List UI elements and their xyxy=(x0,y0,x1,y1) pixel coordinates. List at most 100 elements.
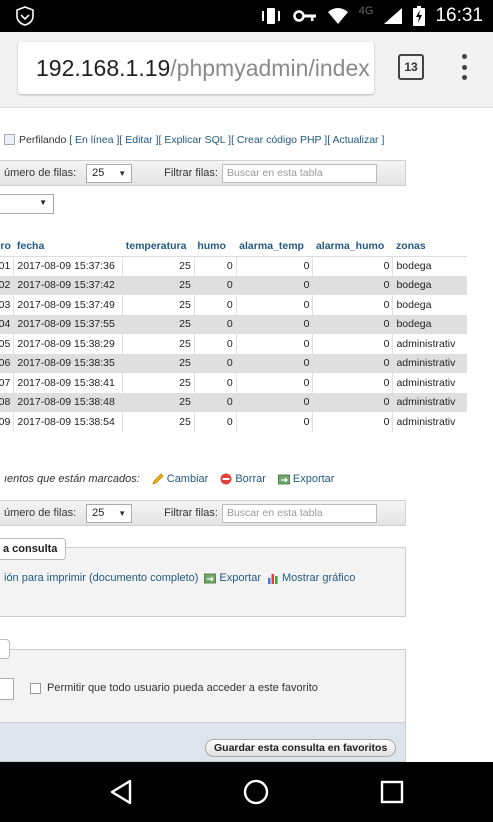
cell-zonas: administrativ xyxy=(392,353,467,373)
cell-fecha: 2017-08-09 15:38:35 xyxy=(13,353,124,373)
cell-alarma-humo: 0 xyxy=(312,275,394,295)
column-header-alarma-temp[interactable]: alarma_temp xyxy=(236,236,313,257)
delete-icon xyxy=(220,473,232,485)
cell-alarma-temp: 0 xyxy=(236,275,314,295)
bookmark-public-label: Permitir que todo usuario pueda acceder … xyxy=(47,682,318,694)
cell-id: 109 xyxy=(0,412,15,432)
table-row[interactable]: 1092017-08-09 15:38:5425000administrativ xyxy=(0,412,467,432)
query-operations-links: ión para imprimir (documento completo) E… xyxy=(4,572,355,584)
back-icon[interactable] xyxy=(108,779,134,805)
cell-alarma-humo: 0 xyxy=(312,392,394,412)
bookmark-public-checkbox[interactable] xyxy=(30,682,41,694)
address-bar[interactable]: 192.168.1.19/phpmyadmin/index xyxy=(18,42,374,94)
cell-alarma-temp: 0 xyxy=(236,314,314,334)
table-row[interactable]: 1032017-08-09 15:37:4925000bodega xyxy=(0,295,467,315)
cell-alarma-temp: 0 xyxy=(236,334,314,354)
cell-alarma-temp: 0 xyxy=(236,412,314,432)
clock: 16:31 xyxy=(435,5,483,26)
export-selected-button[interactable]: Exportar xyxy=(277,473,334,485)
chevron-down-icon: ▼ xyxy=(39,198,47,207)
change-selected-button[interactable]: Cambiar xyxy=(152,473,208,485)
profiling-checkbox[interactable] xyxy=(4,134,15,145)
filter-rows-input[interactable]: Buscar en esta tabla xyxy=(221,503,377,523)
column-header-id[interactable]: ro xyxy=(0,236,14,257)
table-row[interactable]: 1012017-08-09 15:37:3625000bodega xyxy=(0,256,467,276)
table-row[interactable]: 1052017-08-09 15:38:2925000administrativ xyxy=(0,334,467,354)
print-view-link[interactable]: ión para imprimir (documento completo) xyxy=(4,572,198,584)
column-header-fecha[interactable]: fecha xyxy=(13,236,123,257)
cell-humo: 0 xyxy=(194,373,237,393)
export-results-link[interactable]: Exportar xyxy=(204,572,261,584)
column-header-temperatura[interactable]: temperatura xyxy=(122,236,195,257)
refresh-link[interactable]: [ Actualizar ] xyxy=(327,134,384,146)
cell-zonas: bodega xyxy=(392,256,467,276)
recents-icon[interactable] xyxy=(379,779,405,805)
rows-count-select[interactable]: 25 ▼ xyxy=(86,503,133,523)
table-row[interactable]: 1042017-08-09 15:37:5525000bodega xyxy=(0,314,467,334)
cell-fecha: 2017-08-09 15:38:48 xyxy=(13,392,124,412)
cell-fecha: 2017-08-09 15:37:55 xyxy=(13,314,124,334)
bottom-navigation-bar: úmero de filas: 25 ▼ Filtrar filas: Busca… xyxy=(0,500,406,526)
chevron-down-icon: ▼ xyxy=(118,168,127,178)
cell-id: 103 xyxy=(0,295,15,315)
filter-rows-label: Filtrar filas: xyxy=(164,507,218,519)
sql-query-links: Perfilando [ En línea ][ Editar ][ Expli… xyxy=(4,134,384,146)
table-row[interactable]: 1062017-08-09 15:38:3525000administrativ xyxy=(0,353,467,373)
rows-count-select[interactable]: 25 ▼ xyxy=(86,163,133,183)
inline-edit-link[interactable]: [ En línea ] xyxy=(69,134,119,146)
column-header-zonas[interactable]: zonas xyxy=(392,236,467,257)
with-selected-label: ıentos que están marcados: xyxy=(4,473,140,485)
save-bookmark-button[interactable]: Guardar esta consulta en favoritos xyxy=(205,739,397,757)
wifi-icon xyxy=(327,8,348,24)
menu-icon[interactable] xyxy=(460,54,468,80)
cell-fecha: 2017-08-09 15:38:41 xyxy=(13,373,124,393)
table-row[interactable]: 1082017-08-09 15:38:4825000administrativ xyxy=(0,392,467,412)
cell-alarma-humo: 0 xyxy=(312,256,394,276)
cell-fecha: 2017-08-09 15:37:36 xyxy=(13,256,124,276)
cell-humo: 0 xyxy=(194,353,237,373)
pencil-icon xyxy=(152,473,164,485)
cell-temperatura: 25 xyxy=(122,314,195,334)
table-header-row: ro fecha temperatura humo alarma_temp al… xyxy=(0,236,467,257)
column-header-humo[interactable]: humo xyxy=(194,236,237,257)
cell-alarma-temp: 0 xyxy=(236,256,314,276)
page-content: Perfilando [ En línea ][ Editar ][ Expli… xyxy=(0,108,493,762)
cell-id: 102 xyxy=(0,275,15,295)
cell-alarma-humo: 0 xyxy=(312,314,394,334)
sort-by-key-select[interactable]: ▼ xyxy=(0,194,54,214)
home-icon[interactable] xyxy=(243,779,269,805)
delete-selected-button[interactable]: Borrar xyxy=(220,473,266,485)
column-header-alarma-humo[interactable]: alarma_humo xyxy=(312,236,393,257)
cell-humo: 0 xyxy=(194,256,237,276)
with-selected-actions: ıentos que están marcados: Cambiar Borra… xyxy=(4,473,334,485)
cell-fecha: 2017-08-09 15:38:54 xyxy=(13,412,124,432)
edit-link[interactable]: [ Editar ] xyxy=(119,134,158,146)
cell-alarma-humo: 0 xyxy=(312,353,394,373)
top-navigation-bar: úmero de filas: 25 ▼ Filtrar filas: Busca… xyxy=(0,160,406,186)
cell-zonas: administrativ xyxy=(392,392,467,412)
table-row[interactable]: 1022017-08-09 15:37:4225000bodega xyxy=(0,275,467,295)
cell-zonas: bodega xyxy=(392,314,467,334)
cell-zonas: administrativ xyxy=(392,373,467,393)
bookmark-public-option[interactable]: Permitir que todo usuario pueda acceder … xyxy=(30,682,318,694)
cell-id: 106 xyxy=(0,353,15,373)
explain-sql-link[interactable]: [ Explicar SQL ] xyxy=(159,134,232,146)
cell-zonas: administrativ xyxy=(392,412,467,432)
display-chart-link[interactable]: Mostrar gráfico xyxy=(267,572,355,584)
filter-rows-label: Filtrar filas: xyxy=(164,167,218,179)
filter-rows-input[interactable]: Buscar en esta tabla xyxy=(221,163,377,183)
cell-id: 105 xyxy=(0,334,15,354)
battery-charging-icon xyxy=(413,6,426,26)
bookmark-label-input[interactable] xyxy=(0,678,14,700)
network-type: 4G xyxy=(358,5,374,17)
cell-zonas: administrativ xyxy=(392,334,467,354)
table-row[interactable]: 1072017-08-09 15:38:4125000administrativ xyxy=(0,373,467,393)
rows-count-label: úmero de filas: xyxy=(4,167,77,179)
status-bar: 4G 16:31 xyxy=(0,0,493,32)
cell-temperatura: 25 xyxy=(122,373,195,393)
create-php-link[interactable]: [ Crear código PHP ] xyxy=(231,134,327,146)
tab-switcher-button[interactable]: 13 xyxy=(398,54,424,80)
cell-fecha: 2017-08-09 15:38:29 xyxy=(13,334,124,354)
cell-humo: 0 xyxy=(194,275,237,295)
cell-fecha: 2017-08-09 15:37:42 xyxy=(13,275,124,295)
